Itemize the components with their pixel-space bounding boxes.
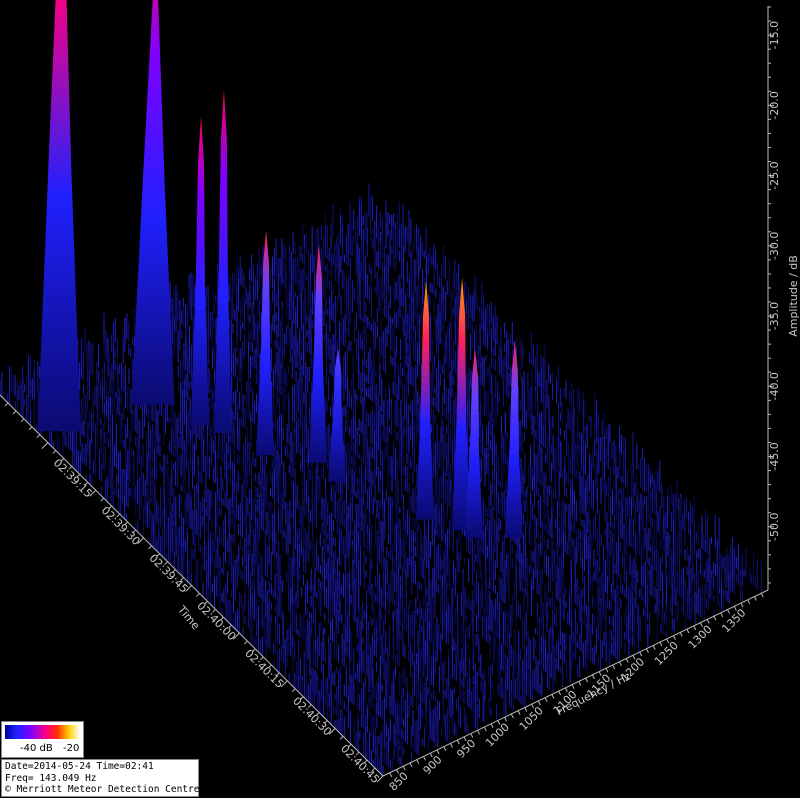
- spectrogram-plot: 02:39:1502:39:3002:39:4502:40:0002:40:15…: [0, 0, 800, 798]
